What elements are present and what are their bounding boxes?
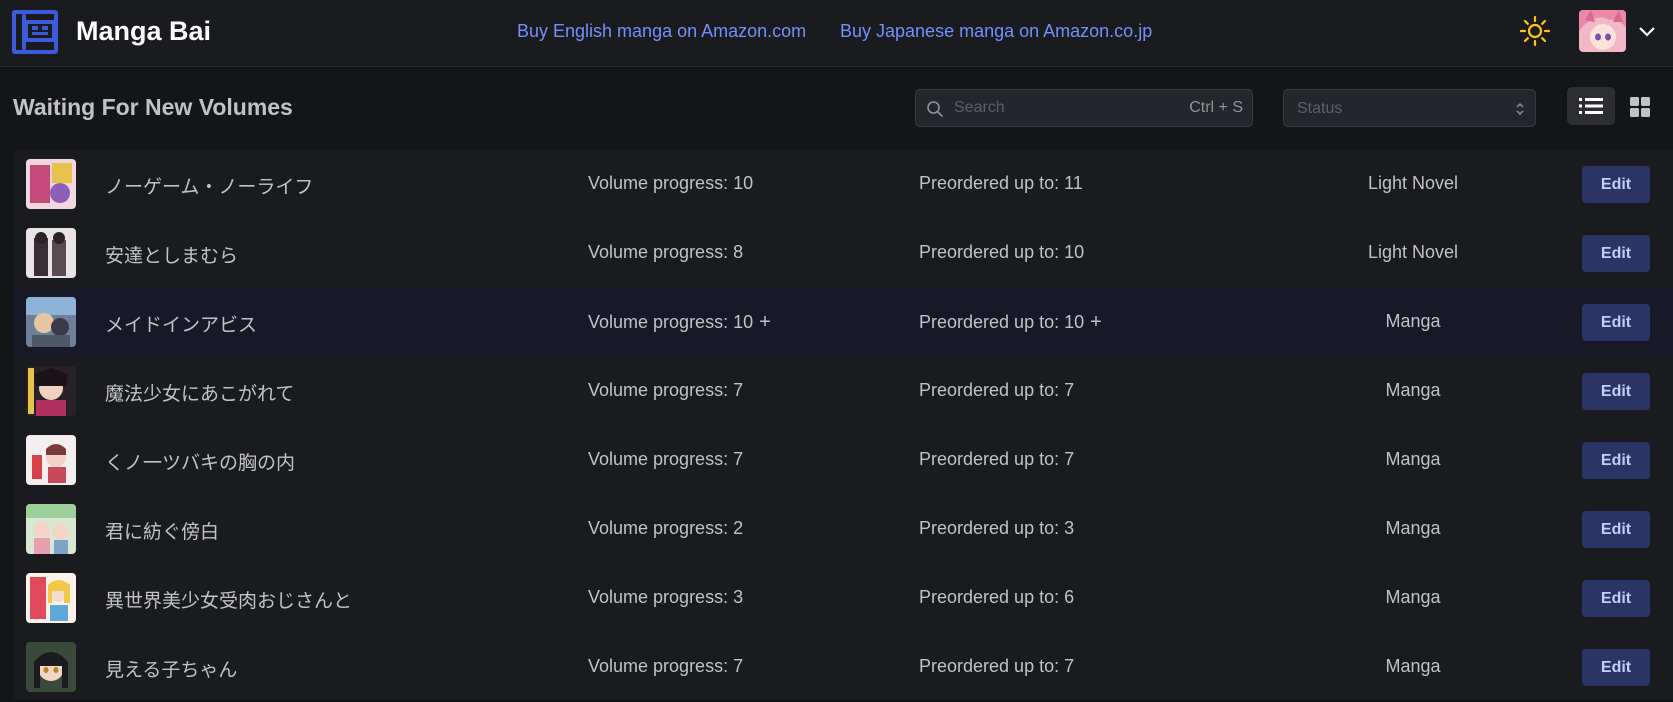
preordered: Preordered up to: 7 — [919, 380, 1074, 401]
volume-progress: Volume progress: 8 — [588, 242, 743, 263]
title: 異世界美少女受肉おじさんと — [105, 591, 353, 612]
preordered: Preordered up to: 6 — [919, 587, 1074, 608]
status-select[interactable]: Status — [1283, 89, 1536, 127]
list-view-button[interactable] — [1567, 87, 1615, 125]
volume-list: ノーゲーム・ノーライフ Volume progress: 10 Preorder… — [13, 150, 1673, 700]
list-item[interactable]: ノーゲーム・ノーライフ Volume progress: 10 Preorder… — [13, 150, 1673, 219]
preordered-text: Preordered up to: 6 — [919, 587, 1075, 607]
title: 見える子ちゃん — [105, 660, 238, 681]
edit-button[interactable]: Edit — [1582, 649, 1650, 686]
cover-image[interactable] — [26, 297, 76, 347]
volume-progress-text: Volume progress: 3 — [588, 587, 744, 607]
grid-icon — [1630, 97, 1650, 117]
preordered: Preordered up to: 7 — [919, 449, 1074, 470]
search-box[interactable]: Ctrl + S — [915, 89, 1253, 127]
type: Manga — [1385, 311, 1441, 331]
preordered-text: Preordered up to: 3 — [919, 518, 1075, 538]
title: 安達としまむら — [105, 246, 239, 267]
app-header: Manga Bai Buy English manga on Amazon.co… — [0, 0, 1673, 67]
volume-progress-text: Volume progress: 8 — [588, 242, 744, 262]
title: 魔法少女にあこがれて — [105, 384, 295, 405]
volume-progress-text: Volume progress: 10 — [588, 312, 754, 332]
preordered-text: Preordered up to: 11 — [919, 173, 1083, 193]
chevron-up-down-icon — [1516, 103, 1524, 115]
volume-progress: Volume progress: 2 — [588, 518, 743, 539]
user-avatar[interactable] — [1579, 10, 1626, 52]
preordered-text: Preordered up to: 7 — [919, 380, 1075, 400]
edit-button[interactable]: Edit — [1582, 373, 1650, 410]
cover-image[interactable] — [26, 366, 76, 416]
volume-progress: Volume progress: 7 — [588, 449, 743, 470]
list-item[interactable]: 魔法少女にあこがれて Volume progress: 7 Preordered… — [13, 357, 1673, 426]
type: Manga — [1385, 518, 1441, 538]
volume-progress-text: Volume progress: 2 — [588, 518, 744, 538]
volume-progress: Volume progress: 10 + — [588, 311, 771, 334]
cover-image[interactable] — [26, 642, 76, 692]
type: Manga — [1385, 587, 1441, 607]
preordered: Preordered up to: 11 — [919, 173, 1083, 194]
title: メイドインアビス — [105, 315, 258, 336]
edit-button[interactable]: Edit — [1582, 166, 1650, 203]
title: 君に紡ぐ傍白 — [105, 522, 220, 543]
volume-progress: Volume progress: 10 — [588, 173, 753, 194]
preordered: Preordered up to: 10 — [919, 242, 1084, 263]
type: Light Novel — [1367, 242, 1459, 262]
list-item[interactable]: 安達としまむら Volume progress: 8 Preordered up… — [13, 219, 1673, 288]
type: Manga — [1385, 380, 1441, 400]
chevron-down-icon[interactable] — [1638, 24, 1656, 38]
edit-button[interactable]: Edit — [1582, 304, 1650, 341]
preordered: Preordered up to: 7 — [919, 656, 1074, 677]
preordered-text: Preordered up to: 10 — [919, 312, 1085, 332]
search-input[interactable] — [954, 90, 1174, 126]
preordered: Preordered up to: 10 + — [919, 311, 1102, 334]
volume-progress-text: Volume progress: 7 — [588, 380, 744, 400]
edit-button[interactable]: Edit — [1582, 511, 1650, 548]
title: ノーゲーム・ノーライフ — [105, 177, 314, 198]
volume-progress: Volume progress: 3 — [588, 587, 743, 608]
title: くノ一ツバキの胸の内 — [105, 453, 296, 474]
volume-progress-text: Volume progress: 7 — [588, 449, 744, 469]
preordered-text: Preordered up to: 10 — [919, 242, 1085, 262]
list-item[interactable]: 君に紡ぐ傍白 Volume progress: 2 Preordered up … — [13, 495, 1673, 564]
cover-image[interactable] — [26, 159, 76, 209]
preordered-text: Preordered up to: 7 — [919, 656, 1075, 676]
cover-image[interactable] — [26, 228, 76, 278]
logo-icon[interactable] — [12, 10, 58, 54]
search-icon — [927, 101, 943, 117]
list-item[interactable]: メイドインアビス Volume progress: 10 + Preordered… — [13, 288, 1673, 357]
sun-icon[interactable] — [1519, 15, 1551, 47]
edit-button[interactable]: Edit — [1582, 235, 1650, 272]
preordered: Preordered up to: 3 — [919, 518, 1074, 539]
grid-view-button[interactable] — [1617, 87, 1665, 125]
list-icon — [1579, 98, 1603, 114]
list-item[interactable]: くノ一ツバキの胸の内 Volume progress: 7 Preordered… — [13, 426, 1673, 495]
volume-progress-text: Volume progress: 7 — [588, 656, 744, 676]
volume-progress-text: Volume progress: 10 — [588, 173, 754, 193]
search-shortcut-hint: Ctrl + S — [1189, 99, 1243, 116]
list-item[interactable]: 見える子ちゃん Volume progress: 7 Preordered up… — [13, 633, 1673, 702]
brand-title[interactable]: Manga Bai — [76, 16, 211, 47]
cover-image[interactable] — [26, 573, 76, 623]
volume-progress: Volume progress: 7 — [588, 380, 743, 401]
type: Light Novel — [1367, 173, 1459, 193]
increment-volume-button[interactable]: + — [759, 311, 771, 333]
cover-image[interactable] — [26, 504, 76, 554]
preordered-text: Preordered up to: 7 — [919, 449, 1075, 469]
status-placeholder: Status — [1297, 100, 1343, 117]
type: Manga — [1385, 449, 1441, 469]
edit-button[interactable]: Edit — [1582, 442, 1650, 479]
increment-preorder-button[interactable]: + — [1090, 311, 1102, 333]
amazon-com-link[interactable]: Buy English manga on Amazon.com — [517, 21, 806, 42]
type: Manga — [1385, 656, 1441, 676]
page-title: Waiting For New Volumes — [13, 94, 293, 120]
list-item[interactable]: 異世界美少女受肉おじさんと Volume progress: 3 Preorde… — [13, 564, 1673, 633]
edit-button[interactable]: Edit — [1582, 580, 1650, 617]
volume-progress: Volume progress: 7 — [588, 656, 743, 677]
amazon-co-jp-link[interactable]: Buy Japanese manga on Amazon.co.jp — [840, 21, 1152, 42]
cover-image[interactable] — [26, 435, 76, 485]
